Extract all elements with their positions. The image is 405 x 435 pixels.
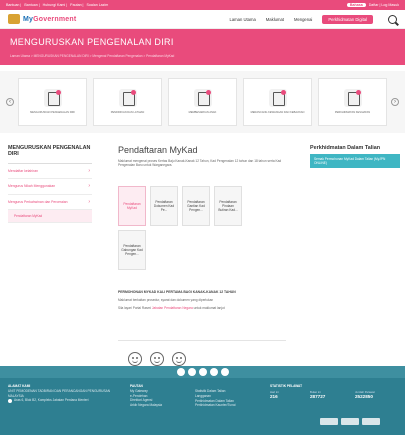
chevron-right-icon[interactable]: › <box>391 98 399 106</box>
page-title: MENGURUSKAN PENGENALAN DIRI <box>10 37 174 47</box>
service-tile[interactable]: Pendaftaran Gabungan Kad Pengen... <box>118 229 146 270</box>
nav-about[interactable]: Mengenai <box>294 17 312 22</box>
category-card[interactable]: PERKHIDMATAN KESIHATAN <box>318 78 387 126</box>
content-title: Pendaftaran MyKad <box>118 145 198 155</box>
search-icon[interactable] <box>388 14 397 24</box>
neutral-face-icon[interactable] <box>150 351 164 366</box>
divider <box>118 339 286 341</box>
stats-title: STATISTIK PELAWAT <box>270 384 303 388</box>
digital-services-button[interactable]: Perkhidmatan Digital <box>322 14 373 24</box>
rss-icon[interactable] <box>220 368 229 376</box>
top-link[interactable]: Bantuan | <box>6 3 21 7</box>
online-service-link[interactable]: Semak Permohonan MyKad Dalam Talian (MyJ… <box>310 154 400 169</box>
top-link[interactable]: Soalan Lazim <box>87 3 109 7</box>
footer-logos <box>320 418 380 425</box>
rating-faces <box>128 351 286 366</box>
footer: ALAMAT KAMI UNIT PEMODENAN TADBIRAN DAN … <box>0 378 405 435</box>
footer-links-2: Statistik Dalam Talian Langganan Perkhid… <box>195 389 236 408</box>
footer-links: PAUTAN My Gateway e-Perolehan Direktori … <box>130 384 163 408</box>
card-icon <box>343 89 362 108</box>
card-icon <box>43 89 62 108</box>
facebook-icon[interactable] <box>176 368 185 376</box>
top-link[interactable]: Pautan | <box>70 3 83 7</box>
chevron-left-icon[interactable]: ‹ <box>6 98 14 106</box>
language-button[interactable]: Bahasa <box>346 3 366 7</box>
logo-prefix: My <box>23 15 34 23</box>
category-card[interactable]: MERANCANG KEWANGAN DAN KEBAJIKAN <box>243 78 312 126</box>
social-bar <box>0 366 405 378</box>
content-description: Maklumat mengenai proses Kertas Baju Kan… <box>118 159 282 168</box>
page-banner: MENGURUSKAN PENGENALAN DIRI Laman Utama … <box>0 29 405 65</box>
main-header: MyGovernment Laman Utama Maklumat Mengen… <box>0 10 405 29</box>
crest-icon <box>8 14 20 24</box>
sidebar: MENGURUSKAN PENGENALAN DIRI Mendaftar ke… <box>8 145 92 224</box>
sidebar-item[interactable]: Mengurus Nikah Menggunakan <box>8 179 92 195</box>
stat-month: Bulan ini 287727 <box>310 390 326 399</box>
instagram-icon[interactable] <box>198 368 207 376</box>
login-link[interactable]: Daftar | Log Masuk <box>369 3 399 7</box>
site-logo[interactable]: MyGovernment <box>8 14 128 24</box>
card-icon <box>193 89 212 108</box>
radio-dot-icon <box>8 398 12 403</box>
category-carousel: ‹ MENGURUSKAN PENGENALAN DIRI PENDIDIKAN… <box>0 71 405 133</box>
partner-logo <box>341 418 359 425</box>
youtube-icon[interactable] <box>209 368 218 376</box>
breadcrumb[interactable]: Laman Utama > MENGURUSKAN PENGENALAN DIR… <box>10 54 395 58</box>
card-icon <box>268 89 287 108</box>
partner-logo <box>362 418 380 425</box>
stat-total: Jumlah Pelawat 2522850 <box>355 390 375 399</box>
section-text: Maklumat berkaitan prosedur, syarat dan … <box>118 297 214 302</box>
logo-main: Government <box>33 15 77 23</box>
sidebar-item[interactable]: Mendaftar kelahiran <box>8 164 92 180</box>
online-services: Perkhidmatan Dalam Talian Semak Permohon… <box>310 145 400 169</box>
twitter-icon[interactable] <box>187 368 196 376</box>
service-tile[interactable]: Pendaftaran Gantian Kad Pengen... <box>182 185 210 226</box>
sidebar-item[interactable]: Mengurus Perkahwinan dan Perceraian <box>8 195 92 211</box>
nav-info[interactable]: Maklumat <box>266 17 284 22</box>
service-tile[interactable]: Pendaftaran Dokumen Kad Pe... <box>150 185 178 226</box>
top-links: Bantuan | Bantuan | Hubungi Kami | Pauta… <box>6 3 108 7</box>
service-tiles: Pendaftaran MyKad Pendaftaran Dokumen Ka… <box>118 185 286 270</box>
card-icon <box>118 89 137 108</box>
sidebar-title: MENGURUSKAN PENGENALAN DIRI <box>8 145 92 164</box>
top-link[interactable]: Bantuan | <box>24 3 39 7</box>
online-services-title: Perkhidmatan Dalam Talian <box>310 145 381 151</box>
footer-address: ALAMAT KAMI UNIT PEMODENAN TADBIRAN DAN … <box>8 384 111 403</box>
category-card[interactable]: PENDIDIKAN DAN LATIHAN <box>93 78 162 126</box>
nav-home[interactable]: Laman Utama <box>229 17 255 22</box>
service-tile[interactable]: Pendaftaran Pindaan Butiran Kad... <box>214 185 242 226</box>
main-nav: Laman Utama Maklumat Mengenai Perkhidmat… <box>229 14 397 24</box>
stat-today: Hari ini 216 <box>270 390 279 399</box>
top-utility-bar: Bantuan | Bantuan | Hubungi Kami | Pauta… <box>0 0 405 10</box>
partner-logo <box>320 418 338 425</box>
sad-face-icon[interactable] <box>172 351 186 366</box>
happy-face-icon[interactable] <box>128 351 142 366</box>
category-card[interactable]: MENGURUSKAN PENGENALAN DIRI <box>18 78 87 126</box>
sidebar-subitem-active[interactable]: Pendaftaran MyKad <box>8 210 92 224</box>
section-link-text: Sila layari Portal Rasmi Jabatan Pendaft… <box>118 305 225 310</box>
top-right: Bahasa Daftar | Log Masuk <box>346 3 399 7</box>
jpn-link[interactable]: Jabatan Pendaftaran Negara <box>152 306 193 310</box>
top-link[interactable]: Hubungi Kami | <box>43 3 68 7</box>
category-card[interactable]: MEMBESARKAN ANAK <box>168 78 237 126</box>
section-heading: PERMOHONAN MYKAD KALI PERTAMA BAGI KANAK… <box>118 289 236 294</box>
service-tile[interactable]: Pendaftaran MyKad <box>118 185 146 226</box>
